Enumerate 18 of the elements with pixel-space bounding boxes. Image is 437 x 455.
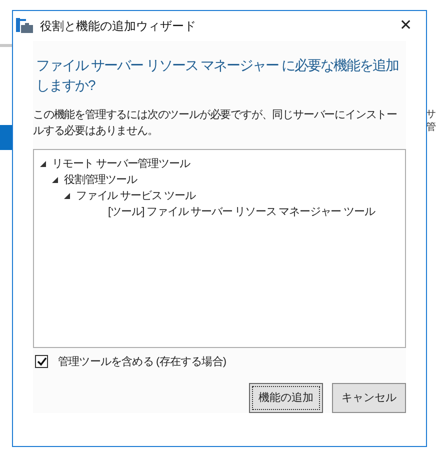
dialog-button[interactable]: キャンセル (332, 383, 406, 413)
dialog-heading: ファイル サーバー リソース マネージャー に必要な機能を追加しますか? (35, 56, 400, 95)
description-text: この機能を管理するには次のツールが必要ですが、同じサーバーにインストールする必要はありません。 (33, 108, 398, 139)
close-button[interactable]: ✕ (386, 11, 426, 41)
window-title: 役割と機能の追加ウィザード (40, 18, 196, 35)
tree-item[interactable]: リモート サーバー管理ツール (52, 156, 190, 172)
expanded-triangle-icon[interactable] (40, 161, 46, 167)
tree-item[interactable]: [ツール] ファイル サーバー リソース マネージャー ツール (108, 204, 375, 220)
tree-item[interactable]: 役割管理ツール (64, 172, 137, 188)
tree-item[interactable]: ファイル サービス ツール (76, 188, 196, 204)
expanded-triangle-icon[interactable] (64, 193, 70, 199)
wizard-icon (16, 18, 34, 34)
background-text: サ (426, 108, 436, 121)
checkbox-label: 管理ツールを含める (存在する場合) (58, 354, 226, 370)
include-tools-checkbox[interactable] (35, 355, 48, 368)
expanded-triangle-icon[interactable] (52, 177, 58, 183)
background-text: 管 (426, 121, 436, 134)
dialog-button[interactable]: 機能の追加 (249, 383, 323, 413)
